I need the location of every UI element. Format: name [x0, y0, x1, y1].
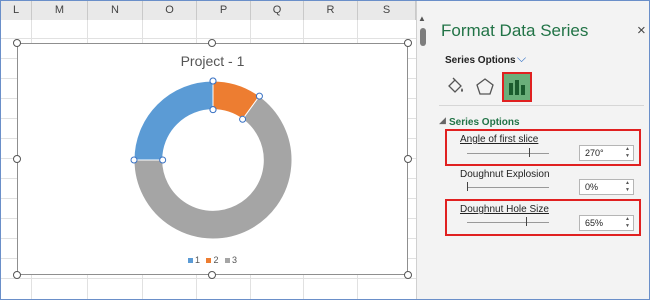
point-selection-handle[interactable] — [130, 156, 138, 164]
legend-item-2: 2 — [206, 255, 219, 265]
resize-handle-bottom-right[interactable] — [404, 271, 412, 279]
explosion-label: Doughnut Explosion — [460, 169, 550, 180]
explosion-value[interactable]: 0% — [585, 182, 598, 192]
resize-handle-top-left[interactable] — [13, 39, 21, 47]
close-icon[interactable]: × — [637, 22, 646, 39]
collapse-triangle-icon[interactable]: ◢ — [439, 115, 446, 126]
pane-divider — [439, 105, 644, 106]
format-data-series-pane: ▲ Format Data Series × Series Options ⌵ … — [416, 1, 649, 299]
point-selection-handle[interactable] — [209, 106, 217, 114]
legend-swatch — [187, 258, 193, 264]
resize-handle-top-right[interactable] — [404, 39, 412, 47]
column-header-L[interactable]: L — [1, 1, 32, 20]
column-header-O[interactable]: O — [143, 1, 197, 20]
pane-title: Format Data Series — [441, 21, 589, 40]
column-header-P[interactable]: P — [197, 1, 251, 20]
scroll-up-icon[interactable]: ▲ — [418, 14, 426, 23]
legend-label: 2 — [213, 255, 219, 265]
point-selection-handle[interactable] — [255, 92, 263, 100]
doughnut-slice-1[interactable] — [133, 80, 214, 161]
highlight-box-angle — [445, 129, 641, 166]
point-selection-handle[interactable] — [239, 115, 247, 123]
column-header-R[interactable]: R — [304, 1, 358, 20]
legend-item-3: 3 — [225, 255, 237, 265]
legend-label: 1 — [194, 255, 200, 265]
column-header-M[interactable]: M — [32, 1, 88, 20]
legend-label: 3 — [232, 255, 238, 265]
series-options-dropdown-label[interactable]: Series Options — [445, 55, 516, 66]
chevron-down-icon[interactable]: ⌵ — [517, 51, 526, 66]
explosion-slider-track[interactable] — [467, 187, 549, 188]
resize-handle-bottom-left[interactable] — [13, 271, 21, 279]
explosion-slider-thumb[interactable] — [467, 182, 468, 191]
legend-item-1: 1 — [187, 255, 200, 265]
column-header-bar: L M N O P Q R S — [1, 1, 416, 21]
column-header-N[interactable]: N — [88, 1, 143, 20]
effects-icon[interactable] — [473, 75, 497, 99]
spinner-arrows-icon[interactable]: ▲ ▼ — [625, 180, 630, 194]
resize-handle-right[interactable] — [404, 155, 412, 163]
resize-handle-bottom[interactable] — [208, 271, 216, 279]
legend-swatch — [225, 258, 231, 264]
fill-line-icon[interactable] — [443, 75, 467, 99]
column-header-S[interactable]: S — [358, 1, 416, 20]
doughnut-chart[interactable] — [18, 44, 409, 276]
resize-handle-top[interactable] — [208, 39, 216, 47]
pane-scrollbar[interactable] — [420, 28, 426, 46]
chart-legend[interactable]: 1 2 3 — [18, 255, 407, 265]
point-selection-handle[interactable] — [209, 77, 217, 85]
column-header-Q[interactable]: Q — [251, 1, 304, 20]
legend-swatch — [206, 258, 212, 264]
highlight-box-series-icon — [502, 72, 532, 102]
chart-area[interactable]: Project - 1 1 2 3 — [17, 43, 408, 275]
point-selection-handle[interactable] — [159, 156, 167, 164]
section-header-series-options[interactable]: Series Options — [449, 117, 520, 128]
resize-handle-left[interactable] — [13, 155, 21, 163]
explosion-spinner[interactable]: 0% ▲ ▼ — [579, 179, 634, 195]
highlight-box-hole-size — [445, 199, 641, 236]
